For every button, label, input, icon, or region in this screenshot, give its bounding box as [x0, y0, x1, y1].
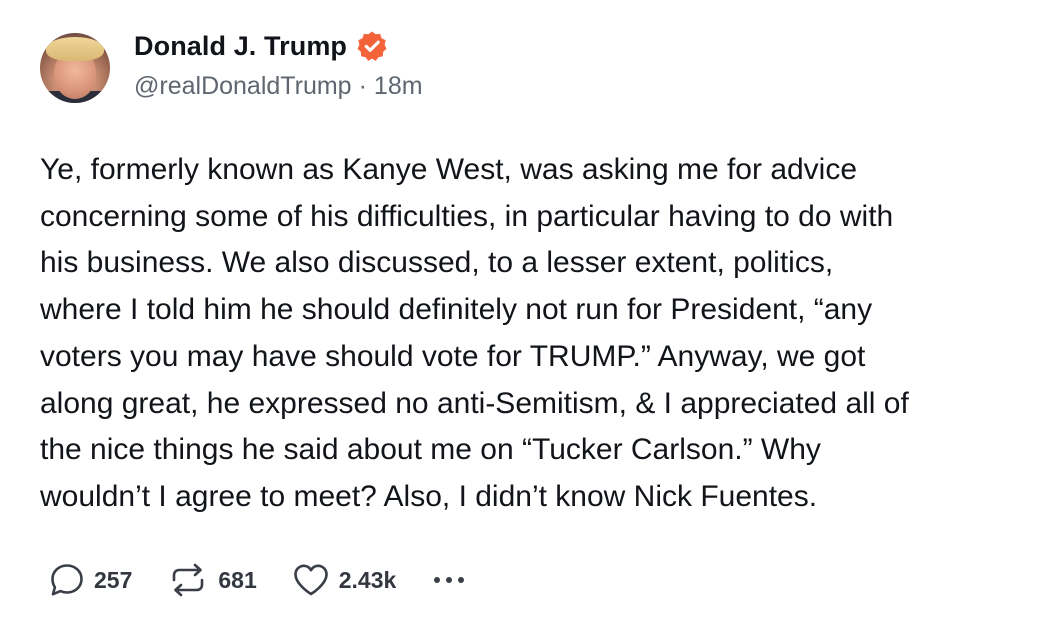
- more-dots-icon: [446, 577, 453, 583]
- more-options-button[interactable]: [432, 565, 466, 595]
- reply-count: 257: [94, 566, 133, 593]
- avatar-hair: [46, 37, 104, 61]
- repost-count: 681: [218, 566, 257, 593]
- reply-button[interactable]: 257: [48, 561, 132, 599]
- repost-button[interactable]: 681: [166, 561, 257, 599]
- author-avatar[interactable]: [40, 33, 110, 103]
- post-card: Donald J. Trump @realDonaldTrump · 18m Ye,…: [0, 0, 1044, 628]
- author-name-row: Donald J. Trump: [134, 28, 388, 64]
- post-body-text: Ye, formerly known as Kanye West, was as…: [40, 153, 909, 513]
- like-count: 2.43k: [338, 566, 397, 593]
- repost-arrows-icon: [173, 563, 204, 597]
- speech-bubble-icon: [51, 564, 83, 596]
- more-dots-icon: [458, 577, 465, 583]
- author-meta-row: @realDonaldTrump · 18m: [134, 72, 423, 101]
- verified-badge-icon: [357, 31, 387, 61]
- author-handle[interactable]: @realDonaldTrump: [134, 72, 352, 100]
- like-button[interactable]: 2.43k: [291, 561, 397, 599]
- heart-icon: [293, 564, 328, 596]
- more-dots-icon: [434, 577, 441, 583]
- post-actions-bar: 257 681 2.43k: [48, 558, 466, 602]
- meta-separator: ·: [358, 72, 367, 100]
- post-timestamp[interactable]: 18m: [374, 72, 423, 100]
- author-display-name[interactable]: Donald J. Trump: [134, 31, 347, 62]
